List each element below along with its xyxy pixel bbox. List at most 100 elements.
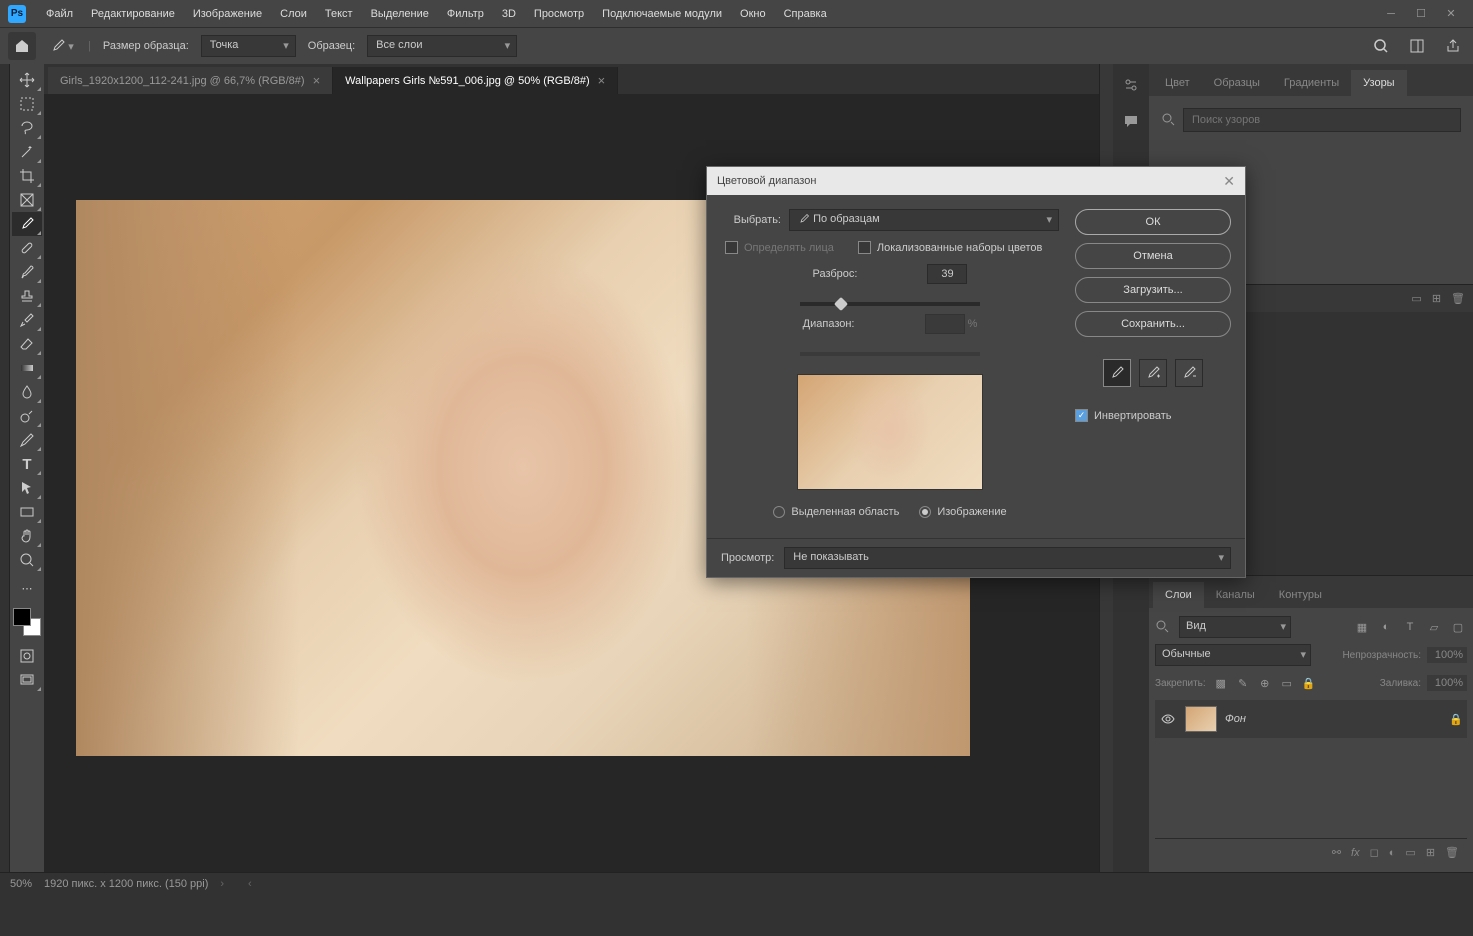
document-tab-1[interactable]: Girls_1920x1200_112-241.jpg @ 66,7% (RGB… — [48, 67, 333, 94]
menu-plugins[interactable]: Подключаемые модули — [594, 4, 730, 24]
stamp-tool[interactable] — [12, 284, 42, 308]
menu-window[interactable]: Окно — [732, 4, 774, 24]
trash-icon[interactable]: 🗑 — [1451, 292, 1465, 305]
layer-item-background[interactable]: Фон 🔒 — [1155, 700, 1467, 738]
tool-preset-button[interactable]: ▾ — [48, 32, 76, 60]
adjustment-layer-icon[interactable]: ◐ — [1389, 847, 1396, 859]
zoom-level[interactable]: 50% — [10, 878, 32, 890]
hand-tool[interactable] — [12, 524, 42, 548]
adjustments-panel-icon[interactable] — [1118, 72, 1144, 98]
zoom-tool[interactable] — [12, 548, 42, 572]
tab-paths[interactable]: Контуры — [1267, 582, 1334, 608]
folder-icon[interactable]: ▭ — [1411, 292, 1421, 305]
quick-select-tool[interactable] — [12, 140, 42, 164]
menu-layers[interactable]: Слои — [272, 4, 315, 24]
path-select-tool[interactable] — [12, 476, 42, 500]
history-brush-tool[interactable] — [12, 308, 42, 332]
eyedropper-subtract-button[interactable] — [1175, 359, 1203, 387]
home-button[interactable] — [8, 32, 36, 60]
close-button[interactable]: ✕ — [1437, 4, 1465, 24]
tab-patterns[interactable]: Узоры — [1351, 70, 1406, 96]
healing-tool[interactable] — [12, 236, 42, 260]
menu-image[interactable]: Изображение — [185, 4, 270, 24]
invert-checkbox[interactable]: Инвертировать — [1075, 409, 1231, 422]
radio-selection[interactable]: Выделенная область — [773, 506, 899, 518]
select-dropdown[interactable]: По образцам — [789, 209, 1059, 231]
sample-size-select[interactable]: Точка — [201, 35, 296, 57]
localized-checkbox[interactable]: Локализованные наборы цветов — [858, 241, 1043, 254]
layer-thumbnail[interactable] — [1185, 706, 1217, 732]
gradient-tool[interactable] — [12, 356, 42, 380]
document-info[interactable]: 1920 пикс. x 1200 пикс. (150 ppi) — [44, 878, 208, 890]
layer-filter-select[interactable]: Вид — [1179, 616, 1291, 638]
pattern-search-input[interactable] — [1183, 108, 1461, 132]
menu-edit[interactable]: Редактирование — [83, 4, 183, 24]
tab-swatches[interactable]: Образцы — [1202, 70, 1272, 96]
marquee-tool[interactable] — [12, 92, 42, 116]
menu-3d[interactable]: 3D — [494, 4, 524, 24]
eyedropper-sample-button[interactable] — [1103, 359, 1131, 387]
pen-tool[interactable] — [12, 428, 42, 452]
preview-thumbnail[interactable] — [797, 374, 983, 490]
minimize-button[interactable]: ─ — [1377, 4, 1405, 24]
radio-image[interactable]: Изображение — [919, 506, 1006, 518]
status-arrow[interactable]: › — [220, 878, 224, 890]
lock-transparent-icon[interactable]: ▩ — [1212, 674, 1230, 692]
menu-file[interactable]: Файл — [38, 4, 81, 24]
move-tool[interactable] — [12, 68, 42, 92]
menu-view[interactable]: Просмотр — [526, 4, 592, 24]
type-tool[interactable]: T — [12, 452, 42, 476]
comments-panel-icon[interactable] — [1118, 108, 1144, 134]
sample-select[interactable]: Все слои — [367, 35, 517, 57]
filter-pixel-icon[interactable]: ▦ — [1353, 618, 1371, 636]
filter-shape-icon[interactable]: ▱ — [1425, 618, 1443, 636]
status-nav-left[interactable]: ‹ — [248, 878, 252, 890]
eraser-tool[interactable] — [12, 332, 42, 356]
delete-layer-icon[interactable]: 🗑 — [1445, 846, 1459, 859]
document-tab-2[interactable]: Wallpapers Girls №591_006.jpg @ 50% (RGB… — [333, 67, 618, 94]
filter-type-icon[interactable]: T — [1401, 618, 1419, 636]
tab-layers[interactable]: Слои — [1153, 582, 1204, 608]
fuzziness-slider[interactable] — [800, 302, 980, 306]
shape-tool[interactable] — [12, 500, 42, 524]
eyedropper-tool[interactable] — [12, 212, 42, 236]
blur-tool[interactable] — [12, 380, 42, 404]
layer-style-icon[interactable]: fx — [1351, 847, 1360, 859]
new-layer-icon[interactable]: ⊞ — [1426, 846, 1435, 859]
save-button[interactable]: Сохранить... — [1075, 311, 1231, 337]
tab-channels[interactable]: Каналы — [1204, 582, 1267, 608]
filter-smart-icon[interactable]: ▢ — [1449, 618, 1467, 636]
layer-mask-icon[interactable]: ◻ — [1370, 846, 1379, 859]
frame-tool[interactable] — [12, 188, 42, 212]
share-button[interactable] — [1441, 34, 1465, 58]
ok-button[interactable]: ОК — [1075, 209, 1231, 235]
quick-mask-tool[interactable] — [12, 644, 42, 668]
menu-help[interactable]: Справка — [776, 4, 835, 24]
layer-group-icon[interactable]: ▭ — [1405, 846, 1415, 859]
tool-edit[interactable]: ⋯ — [12, 576, 42, 600]
opacity-value[interactable]: 100% — [1427, 647, 1467, 663]
brush-tool[interactable] — [12, 260, 42, 284]
foreground-color[interactable] — [13, 608, 31, 626]
filter-adjust-icon[interactable]: ◐ — [1377, 618, 1395, 636]
lock-pixels-icon[interactable]: ✎ — [1234, 674, 1252, 692]
lock-position-icon[interactable]: ⊕ — [1256, 674, 1274, 692]
eyedropper-add-button[interactable] — [1139, 359, 1167, 387]
tab-gradients[interactable]: Градиенты — [1272, 70, 1351, 96]
layer-name[interactable]: Фон — [1225, 713, 1246, 725]
tab-color[interactable]: Цвет — [1153, 70, 1202, 96]
dialog-titlebar[interactable]: Цветовой диапазон ✕ — [707, 167, 1245, 195]
fill-value[interactable]: 100% — [1427, 675, 1467, 691]
load-button[interactable]: Загрузить... — [1075, 277, 1231, 303]
screen-mode-tool[interactable] — [12, 668, 42, 692]
maximize-button[interactable]: ☐ — [1407, 4, 1435, 24]
preview-mode-select[interactable]: Не показывать — [784, 547, 1231, 569]
new-icon[interactable]: ⊞ — [1432, 292, 1441, 305]
blend-mode-select[interactable]: Обычные — [1155, 644, 1311, 666]
lock-all-icon[interactable]: 🔒 — [1300, 674, 1318, 692]
tab-2-close[interactable]: × — [598, 73, 606, 88]
menu-select[interactable]: Выделение — [363, 4, 437, 24]
color-swatches[interactable] — [13, 608, 41, 636]
cancel-button[interactable]: Отмена — [1075, 243, 1231, 269]
search-button[interactable] — [1369, 34, 1393, 58]
